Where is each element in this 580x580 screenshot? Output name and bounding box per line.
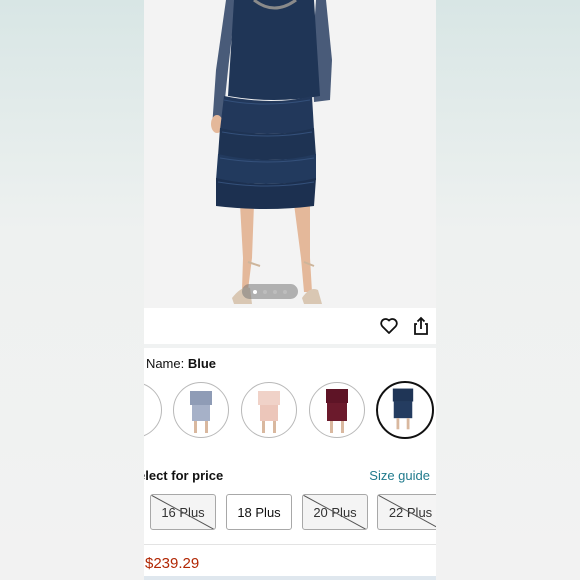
size-guide-link[interactable]: Size guide <box>369 468 430 483</box>
background-right <box>436 0 580 580</box>
strikethrough-icon <box>303 495 367 529</box>
strikethrough-icon <box>151 495 215 529</box>
product-image[interactable] <box>144 0 436 308</box>
color-name-label: r Name: Blue <box>144 356 216 371</box>
size-option-16-plus[interactable]: 16 Plus <box>150 494 216 530</box>
color-swatch-list <box>144 380 436 440</box>
size-option-list: 16 Plus 18 Plus 20 Plus 22 Plus <box>144 494 436 532</box>
carousel-dot[interactable] <box>273 289 277 294</box>
color-swatch-navy[interactable] <box>376 381 434 439</box>
heart-icon[interactable] <box>379 316 399 336</box>
size-option-22-plus[interactable]: 22 Plus <box>377 494 436 530</box>
color-swatch-grey-blue[interactable] <box>173 382 229 438</box>
size-label: 18 Plus <box>237 504 281 520</box>
size-option-20-plus[interactable]: 20 Plus <box>302 494 368 530</box>
dress-model-image <box>144 0 436 308</box>
price-section: $239.29 <box>144 544 436 580</box>
carousel-dot[interactable] <box>263 289 267 294</box>
color-swatch-blush[interactable] <box>241 382 297 438</box>
carousel-dot[interactable] <box>283 289 287 294</box>
background-left <box>0 0 144 580</box>
share-icon[interactable] <box>411 316 431 336</box>
color-label-prefix: r Name: <box>144 356 185 371</box>
carousel-indicator[interactable] <box>242 284 298 299</box>
bottom-accent-bar <box>144 576 436 580</box>
strikethrough-icon <box>378 495 436 528</box>
product-action-bar <box>144 308 436 345</box>
product-price: $239.29 <box>145 555 200 572</box>
color-swatch-white[interactable] <box>144 382 162 438</box>
product-page: r Name: Blue elect for price Size guide … <box>144 0 436 580</box>
size-option-18-plus[interactable]: 18 Plus <box>226 494 292 530</box>
section-divider <box>144 344 436 348</box>
carousel-dot-active[interactable] <box>253 289 257 294</box>
selected-color-value: Blue <box>187 356 217 371</box>
color-swatch-burgundy[interactable] <box>309 382 365 438</box>
